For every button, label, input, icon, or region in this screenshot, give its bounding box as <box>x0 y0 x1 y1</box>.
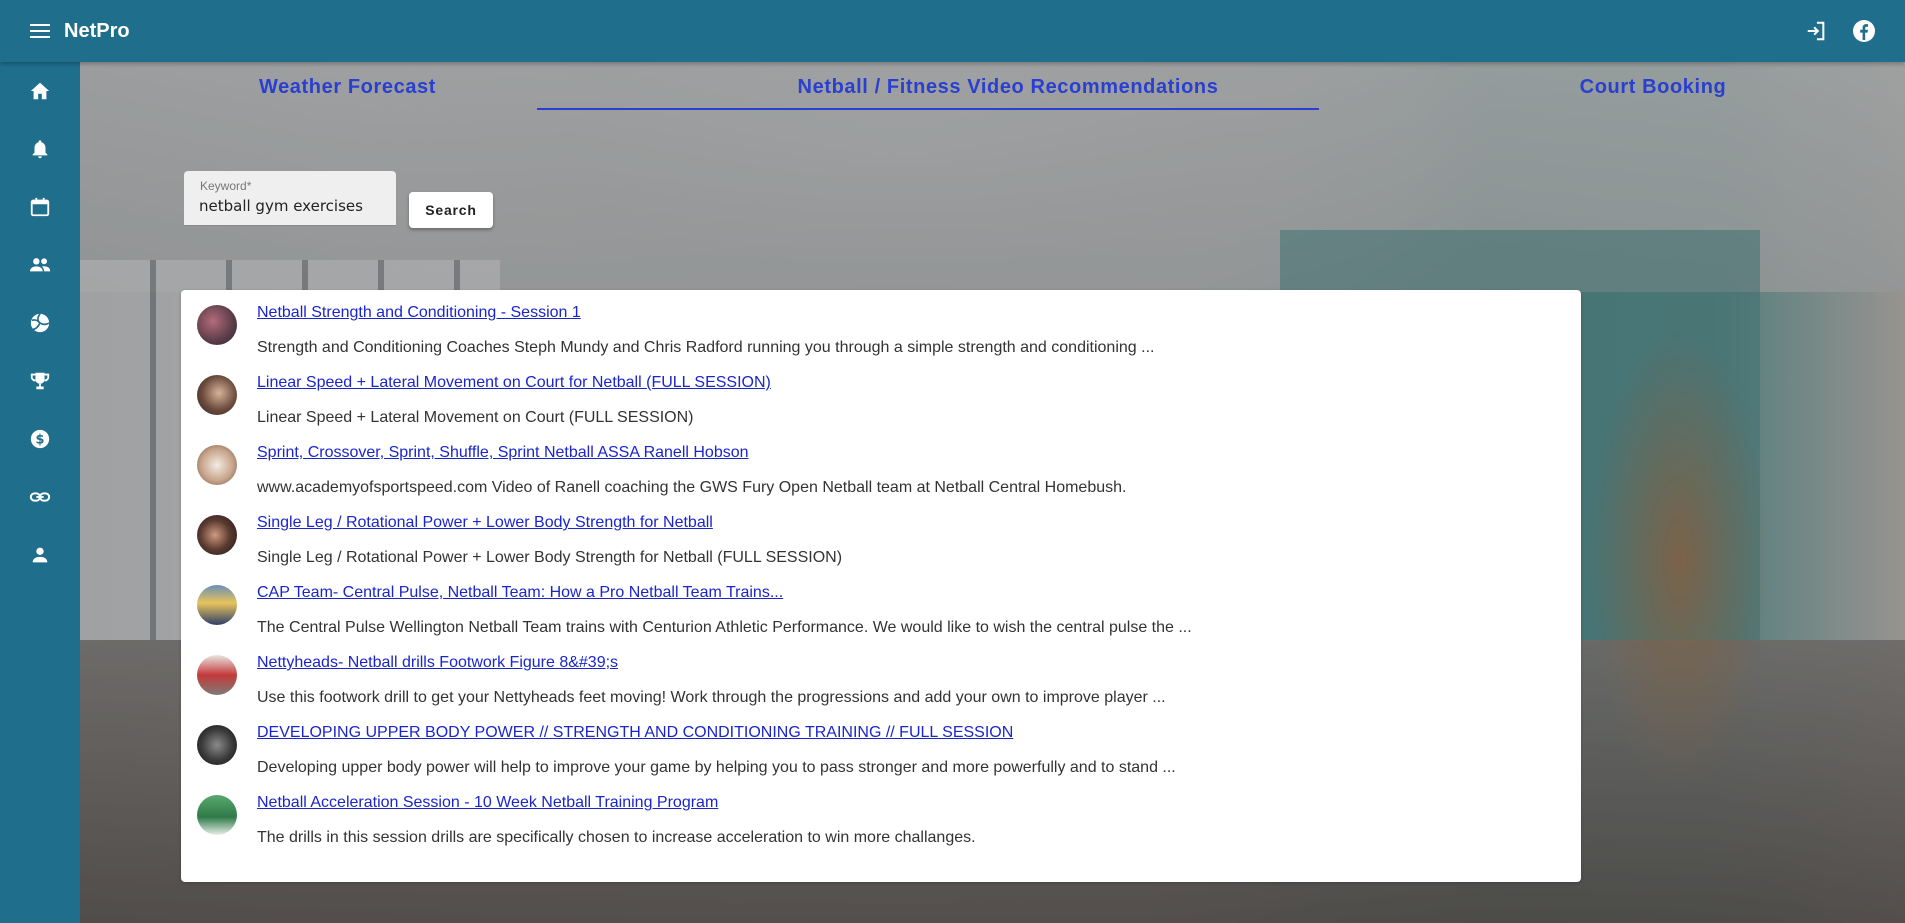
video-description: Strength and Conditioning Coaches Steph … <box>257 339 1155 356</box>
video-title-link[interactable]: Nettyheads- Netball drills Footwork Figu… <box>257 654 618 672</box>
video-thumbnail <box>197 655 237 695</box>
sidebar-item-payments[interactable]: $ <box>0 410 80 468</box>
app-title: NetPro <box>64 19 130 42</box>
video-description: The Central Pulse Wellington Netball Tea… <box>257 619 1192 636</box>
person-icon <box>32 547 48 563</box>
link-icon <box>29 492 51 502</box>
list-item: Linear Speed + Lateral Movement on Court… <box>181 360 1581 430</box>
video-description: Single Leg / Rotational Power + Lower Bo… <box>257 549 843 566</box>
trophy-icon <box>30 372 50 390</box>
app-bar: NetPro <box>0 0 1905 62</box>
tab-court-booking[interactable]: Court Booking <box>1401 62 1905 112</box>
sidebar-item-calendar[interactable] <box>0 178 80 236</box>
tab-video-recommendations[interactable]: Netball / Fitness Video Recommendations <box>617 62 1399 112</box>
video-thumbnail <box>197 515 237 555</box>
sidebar-item-profile[interactable] <box>0 526 80 584</box>
list-item: Nettyheads- Netball drills Footwork Figu… <box>181 640 1581 710</box>
list-item: DEVELOPING UPPER BODY POWER // STRENGTH … <box>181 710 1581 780</box>
sidebar-item-links[interactable] <box>0 468 80 526</box>
list-item: CAP Team- Central Pulse, Netball Team: H… <box>181 570 1581 640</box>
video-thumbnail <box>197 725 237 765</box>
video-thumbnail <box>197 795 237 835</box>
notifications-icon <box>32 140 48 159</box>
keyword-field[interactable]: Keyword* <box>184 171 396 226</box>
menu-icon[interactable] <box>20 11 60 51</box>
list-item: Netball Acceleration Session - 10 Week N… <box>181 780 1581 850</box>
video-title-link[interactable]: Linear Speed + Lateral Movement on Court… <box>257 374 771 392</box>
video-thumbnail <box>197 585 237 625</box>
sidebar-item-trophy[interactable] <box>0 352 80 410</box>
video-thumbnail <box>197 305 237 345</box>
keyword-label: Keyword* <box>200 179 252 193</box>
video-description: Linear Speed + Lateral Movement on Court… <box>257 409 694 426</box>
video-description: Use this footwork drill to get your Nett… <box>257 689 1166 706</box>
results-list: Netball Strength and Conditioning - Sess… <box>181 290 1581 882</box>
facebook-icon[interactable] <box>1849 16 1879 46</box>
video-description: Developing upper body power will help to… <box>257 759 1176 776</box>
home-icon <box>30 82 50 100</box>
video-description: The drills in this session drills are sp… <box>257 829 976 846</box>
svg-text:$: $ <box>36 433 45 448</box>
sidebar-item-people[interactable] <box>0 236 80 294</box>
sidebar-item-notifications[interactable] <box>0 120 80 178</box>
video-title-link[interactable]: Netball Strength and Conditioning - Sess… <box>257 304 581 322</box>
dollar-icon: $ <box>30 429 50 449</box>
sidebar-item-home[interactable] <box>0 62 80 120</box>
video-thumbnail <box>197 445 237 485</box>
tab-weather-forecast[interactable]: Weather Forecast <box>80 62 615 112</box>
login-icon[interactable] <box>1801 16 1831 46</box>
sidebar: $ <box>0 62 80 923</box>
video-title-link[interactable]: Single Leg / Rotational Power + Lower Bo… <box>257 514 713 532</box>
video-thumbnail <box>197 375 237 415</box>
tab-bar: Weather Forecast Netball / Fitness Video… <box>80 62 1905 112</box>
video-title-link[interactable]: CAP Team- Central Pulse, Netball Team: H… <box>257 584 783 602</box>
video-title-link[interactable]: Sprint, Crossover, Sprint, Shuffle, Spri… <box>257 444 749 462</box>
volleyball-icon <box>30 313 50 333</box>
video-title-link[interactable]: Netball Acceleration Session - 10 Week N… <box>257 794 718 812</box>
list-item: Single Leg / Rotational Power + Lower Bo… <box>181 500 1581 570</box>
people-icon <box>29 258 51 272</box>
video-description: www.academyofsportspeed.com Video of Ran… <box>257 479 1127 496</box>
sidebar-item-volleyball[interactable] <box>0 294 80 352</box>
calendar-icon <box>30 197 50 217</box>
list-item: Sprint, Crossover, Sprint, Shuffle, Spri… <box>181 430 1581 500</box>
keyword-input[interactable] <box>199 195 389 217</box>
search-button[interactable]: Search <box>409 192 493 228</box>
video-title-link[interactable]: DEVELOPING UPPER BODY POWER // STRENGTH … <box>257 724 1013 742</box>
list-item: Netball Strength and Conditioning - Sess… <box>181 290 1581 360</box>
